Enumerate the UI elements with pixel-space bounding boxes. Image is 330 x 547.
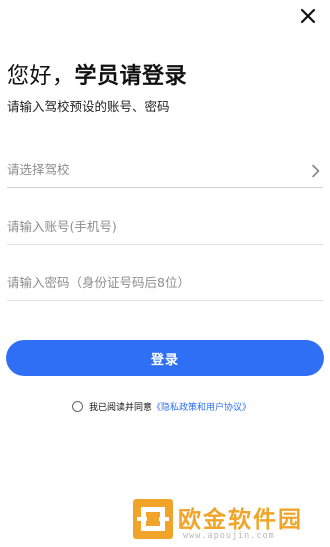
school-select-placeholder: 请选择驾校 bbox=[7, 162, 70, 177]
watermark-logo-icon bbox=[131, 497, 175, 541]
page-subtitle: 请输入驾校预设的账号、密码 bbox=[7, 99, 170, 114]
watermark-text: 欧金软件园 bbox=[178, 507, 303, 533]
page-title: 您好，学员请登录 bbox=[7, 62, 187, 92]
chevron-right-icon bbox=[311, 163, 321, 178]
password-input[interactable]: 请输入密码（身份证号码后8位） bbox=[7, 266, 323, 301]
close-icon[interactable] bbox=[298, 6, 318, 26]
privacy-policy-link[interactable]: 《隐私政策和用户协议》 bbox=[152, 400, 251, 413]
greeting-text: 您好， bbox=[7, 64, 75, 89]
title-text: 学员请登录 bbox=[74, 64, 188, 89]
agreement-text: 我已阅读并同意 bbox=[89, 403, 153, 413]
account-input-placeholder: 请输入账号(手机号) bbox=[7, 219, 117, 234]
password-input-placeholder: 请输入密码（身份证号码后8位） bbox=[7, 275, 190, 290]
agreement-row: 我已阅读并同意 《隐私政策和用户协议》 bbox=[72, 400, 251, 413]
account-input[interactable]: 请输入账号(手机号) bbox=[7, 210, 323, 245]
radio-unchecked-icon[interactable] bbox=[72, 401, 83, 412]
login-button[interactable]: 登录 bbox=[6, 340, 324, 376]
watermark-url: www.apoujin.com bbox=[183, 531, 275, 541]
school-select[interactable]: 请选择驾校 bbox=[7, 153, 323, 188]
